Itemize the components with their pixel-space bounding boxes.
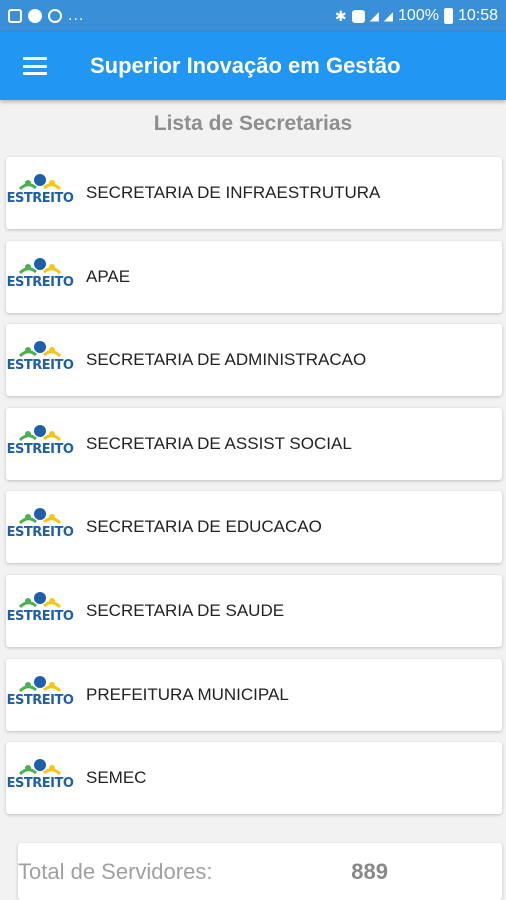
list-item[interactable]: ESTREITO SECRETARIA DE ASSIST SOCIAL: [6, 407, 502, 480]
estreito-logo: ESTREITO: [6, 338, 74, 382]
bluetooth-icon: ✱: [334, 7, 347, 24]
total-servidores-label: Total de Servidores:: [18, 858, 213, 884]
logo-text: ESTREITO: [6, 692, 74, 708]
estreito-logo: ESTREITO: [6, 756, 74, 800]
notification-badge-icon: [351, 9, 365, 23]
list-item-label: SECRETARIA DE SAUDE: [86, 600, 285, 620]
list-item[interactable]: ESTREITO SEMEC: [6, 742, 502, 815]
logo-text: ESTREITO: [6, 608, 74, 624]
logo-text: ESTREITO: [6, 441, 74, 457]
estreito-logo: ESTREITO: [6, 673, 74, 717]
list-item[interactable]: ESTREITO SECRETARIA DE SAUDE: [6, 574, 502, 647]
logo-text: ESTREITO: [6, 776, 74, 792]
list-item-label: SECRETARIA DE EDUCACAO: [86, 517, 322, 537]
list-item[interactable]: ESTREITO SECRETARIA DE INFRAESTRUTURA: [6, 157, 502, 229]
app-title: Superior Inovação em Gestão: [90, 53, 401, 78]
image-icon: [8, 9, 22, 23]
status-right-icons: ✱ ◢ ◢ 100% 10:58: [335, 7, 498, 25]
logo-text: ESTREITO: [6, 274, 74, 290]
list-item-label: PREFEITURA MUNICIPAL: [86, 684, 289, 704]
secretarias-list: ESTREITO SECRETARIA DE INFRAESTRUTURA ESTR…: [6, 157, 502, 826]
logo-text: ESTREITO: [6, 358, 74, 374]
list-item-label: SECRETARIA DE INFRAESTRUTURA: [86, 183, 381, 202]
list-item[interactable]: ESTREITO SECRETARIA DE ADMINISTRACAO: [6, 324, 502, 397]
logo-text: ESTREITO: [6, 191, 74, 206]
battery-icon: [443, 8, 453, 24]
list-item-label: SECRETARIA DE ADMINISTRACAO: [86, 350, 367, 370]
total-servidores-value: 889: [351, 858, 388, 884]
message-icon: [28, 9, 42, 23]
estreito-logo: ESTREITO: [6, 589, 74, 633]
estreito-logo: ESTREITO: [6, 171, 74, 215]
list-item-label: APAE: [86, 266, 131, 286]
estreito-logo: ESTREITO: [6, 255, 74, 299]
signal-icon: ◢: [369, 9, 379, 23]
section-title: Lista de Secretarias: [153, 112, 353, 135]
list-item[interactable]: ESTREITO APAE: [6, 240, 502, 313]
list-item-label: SEMEC: [86, 768, 147, 788]
list-item[interactable]: ESTREITO SECRETARIA DE EDUCACAO: [6, 491, 502, 564]
logo-text: ESTREITO: [6, 525, 74, 541]
status-more: ...: [68, 7, 85, 24]
battery-percent: 100%: [398, 7, 439, 24]
estreito-logo: ESTREITO: [6, 422, 74, 466]
list-item[interactable]: ESTREITO PREFEITURA MUNICIPAL: [6, 658, 502, 731]
status-left-icons: ...: [8, 7, 84, 25]
whatsapp-icon: [48, 9, 62, 23]
status-time: 10:58: [457, 7, 498, 24]
menu-icon: [23, 57, 47, 75]
estreito-logo: ESTREITO: [6, 505, 74, 549]
total-servidores-card: Total de Servidores: 889: [18, 843, 502, 900]
app-bar: Superior Inovação em Gestão: [0, 32, 506, 100]
menu-button[interactable]: [0, 32, 70, 100]
list-item-label: SECRETARIA DE ASSIST SOCIAL: [86, 433, 352, 453]
status-bar: ... ✱ ◢ ◢ 100% 10:58: [0, 0, 506, 32]
data-signal-icon: ◢: [383, 9, 394, 23]
